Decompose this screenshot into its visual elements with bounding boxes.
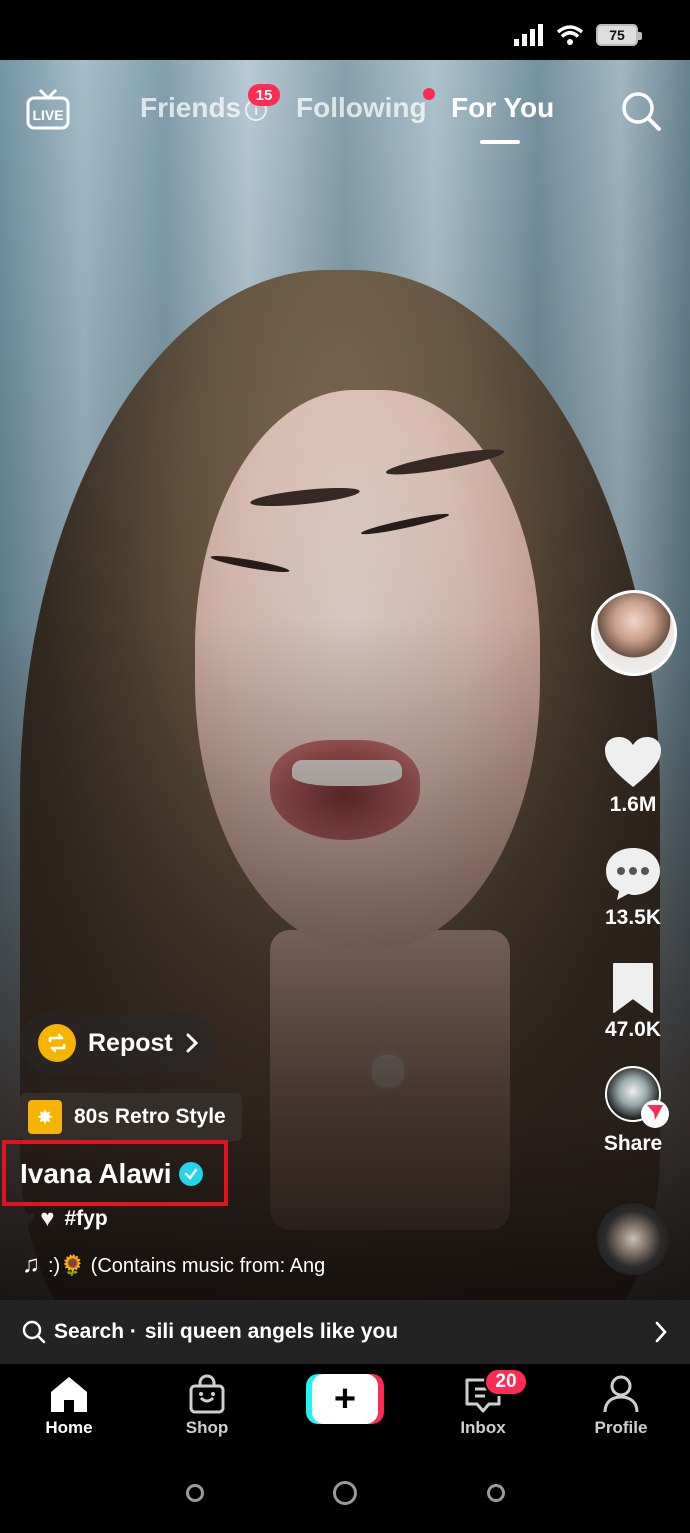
- search-suggestion-bar[interactable]: Search · sili queen angels like you: [0, 1300, 690, 1364]
- profile-icon: [603, 1375, 639, 1413]
- live-icon[interactable]: LIVE: [26, 88, 70, 130]
- music-info[interactable]: ♫ :)🌻 (Contains music from: Ang: [22, 1251, 325, 1279]
- search-bar-icon: [22, 1320, 46, 1344]
- home-icon: [51, 1377, 87, 1412]
- repost-icon: [38, 1024, 76, 1062]
- nav-profile-label: Profile: [594, 1418, 648, 1437]
- comment-icon: [606, 848, 660, 900]
- effect-tag[interactable]: ✸ 80s Retro Style: [20, 1093, 242, 1141]
- share-thumbnail: [605, 1066, 669, 1128]
- tab-friends-label: Friends: [140, 92, 242, 123]
- comment-count: 13.5K: [604, 906, 662, 929]
- battery-indicator: 75: [596, 24, 642, 46]
- search-query: sili queen angels like you: [144, 1320, 399, 1343]
- status-bar: 75: [0, 0, 690, 60]
- sparkle-icon: ✸: [28, 1100, 62, 1134]
- signal-icon: [514, 24, 543, 46]
- save-count: 47.0K: [604, 1018, 662, 1041]
- creator-avatar[interactable]: [591, 590, 677, 676]
- nav-shop[interactable]: Shop: [152, 1374, 262, 1438]
- nav-inbox-label: Inbox: [460, 1418, 506, 1437]
- chevron-right-icon: [186, 1033, 198, 1053]
- chevron-right-icon: [655, 1321, 667, 1343]
- verified-icon: [179, 1162, 204, 1186]
- inbox-badge: 20: [484, 1368, 528, 1396]
- repost-label: Repost: [88, 1028, 173, 1057]
- nav-shop-label: Shop: [185, 1418, 229, 1437]
- comment-button[interactable]: 13.5K: [588, 846, 678, 930]
- black-heart-icon: ♥: [22, 1205, 37, 1232]
- shopping-bag-icon: [189, 1374, 225, 1414]
- tab-for-you[interactable]: For You: [451, 92, 554, 124]
- music-text: :)🌻 (Contains music from: Ang: [48, 1254, 326, 1277]
- music-disc-icon[interactable]: [597, 1203, 669, 1275]
- system-nav-bar: [0, 1454, 690, 1533]
- like-button[interactable]: 1.6M: [588, 735, 678, 817]
- back-button[interactable]: [487, 1484, 505, 1502]
- repost-button[interactable]: Repost: [20, 1012, 214, 1074]
- username-text: Ivana Alawi: [20, 1158, 172, 1189]
- white-heart-icon: ♥: [40, 1205, 55, 1232]
- creator-username[interactable]: Ivana Alawi: [20, 1158, 204, 1190]
- search-prefix: Search ·: [54, 1320, 137, 1343]
- recents-button[interactable]: [186, 1484, 204, 1502]
- status-icons: 75: [514, 24, 642, 46]
- share-button[interactable]: Share: [588, 1066, 678, 1156]
- create-button[interactable]: +: [306, 1374, 384, 1424]
- nav-profile[interactable]: Profile: [566, 1374, 676, 1438]
- plus-icon: +: [312, 1374, 378, 1424]
- share-arrow-icon: [641, 1100, 669, 1128]
- friends-badge: 15: [248, 84, 280, 106]
- nav-home-label: Home: [45, 1418, 93, 1437]
- effect-label: 80s Retro Style: [74, 1105, 226, 1128]
- caption-hashtag[interactable]: #fyp: [65, 1207, 108, 1231]
- top-nav: LIVE Friends i 15 Following For You: [0, 78, 690, 148]
- following-notification-dot: [423, 88, 435, 100]
- music-note-icon: ♫: [22, 1251, 40, 1278]
- caption[interactable]: ♥ ♥ #fyp: [22, 1205, 108, 1233]
- share-label: Share: [603, 1132, 663, 1155]
- active-tab-indicator: [480, 140, 520, 144]
- tab-following[interactable]: Following: [296, 92, 427, 124]
- nav-home[interactable]: Home: [14, 1374, 124, 1438]
- bottom-nav: Home Shop + Inbox 20 Profile: [0, 1364, 690, 1454]
- bookmark-icon: [613, 963, 653, 1013]
- save-button[interactable]: 47.0K: [588, 962, 678, 1042]
- home-system-button[interactable]: [333, 1481, 357, 1505]
- like-count: 1.6M: [609, 793, 657, 816]
- search-icon[interactable]: [620, 90, 662, 132]
- wifi-icon: [556, 25, 584, 45]
- svg-text:LIVE: LIVE: [32, 107, 63, 123]
- heart-icon: [605, 737, 661, 787]
